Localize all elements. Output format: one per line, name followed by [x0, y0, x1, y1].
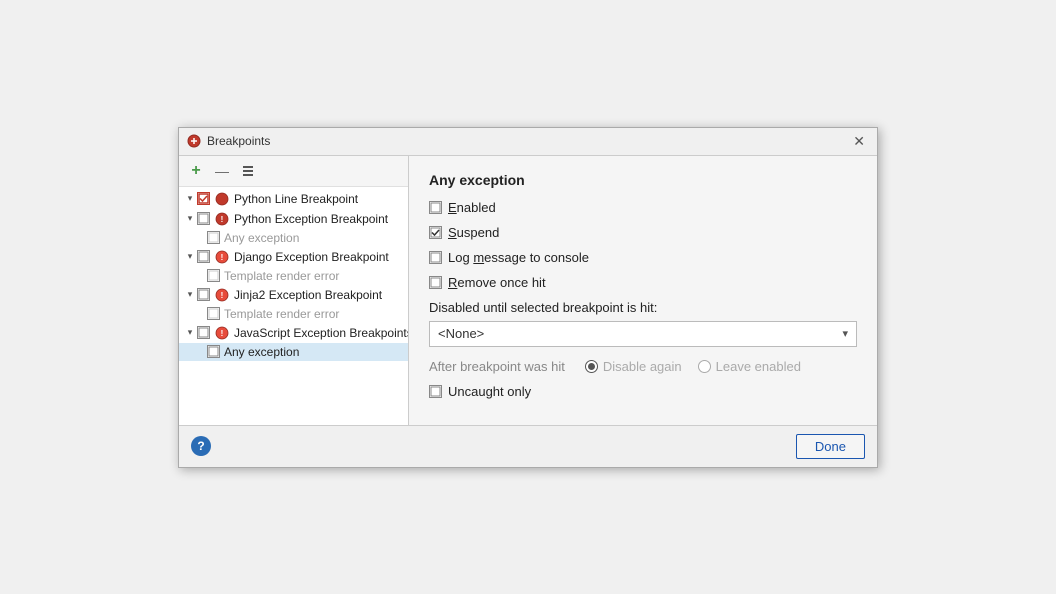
tree-checkbox-python-line[interactable]: [197, 192, 210, 205]
svg-text:!: !: [221, 291, 224, 300]
tree-label-any-exc-2: Any exception: [224, 345, 299, 359]
enabled-option-row: Enabled: [429, 200, 857, 215]
disabled-until-dropdown[interactable]: <None> ▾: [429, 321, 857, 347]
add-breakpoint-button[interactable]: +: [185, 160, 207, 182]
remove-once-checkbox[interactable]: [429, 276, 442, 289]
radio-disable-again[interactable]: Disable again: [585, 359, 682, 374]
settings-button[interactable]: [237, 160, 259, 182]
suspend-checkbox[interactable]: [429, 226, 442, 239]
dropdown-row: <None> ▾: [429, 321, 857, 347]
radio-disable-again-icon: [585, 360, 598, 373]
svg-text:!: !: [221, 253, 224, 262]
tree-label-any-exc-1: Any exception: [224, 231, 299, 245]
remove-breakpoint-button[interactable]: —: [211, 160, 233, 182]
tree-checkbox-python-exc[interactable]: [197, 212, 210, 225]
tree-checkbox-any-exc-1[interactable]: [207, 231, 220, 244]
tree-checkbox-any-exc-2[interactable]: [207, 345, 220, 358]
tree-label-python-line: Python Line Breakpoint: [234, 192, 358, 206]
breakpoints-dialog: Breakpoints ✕ + — ▾: [178, 127, 878, 468]
radio-leave-enabled[interactable]: Leave enabled: [698, 359, 801, 374]
svg-text:!: !: [221, 329, 224, 338]
remove-once-option-row: Remove once hit: [429, 275, 857, 290]
after-breakpoint-row: After breakpoint was hit Disable again L…: [429, 359, 857, 374]
tree-checkbox-jinja-exc[interactable]: [197, 288, 210, 301]
right-panel: Any exception Enabled Suspen: [409, 156, 877, 425]
tree-checkbox-template-err-1[interactable]: [207, 269, 220, 282]
chevron-icon: ▾: [183, 212, 197, 226]
dropdown-value: <None>: [438, 326, 484, 341]
jinja-exc-icon: !: [214, 287, 230, 303]
tree-item-django-exc[interactable]: ▾ ! Django Exception Breakpoint: [179, 247, 408, 267]
tree-checkbox-js-exc[interactable]: [197, 326, 210, 339]
tree-item-any-exc-1[interactable]: Any exception: [179, 229, 408, 247]
tree-item-jinja-exc[interactable]: ▾ ! Jinja2 Exception Breakpoint: [179, 285, 408, 305]
python-exc-icon: !: [214, 211, 230, 227]
tree-label-template-err-2: Template render error: [224, 307, 339, 321]
tree-label-django-exc: Django Exception Breakpoint: [234, 250, 389, 264]
remove-once-label: Remove once hit: [448, 275, 546, 290]
tree-item-template-err-2[interactable]: Template render error: [179, 305, 408, 323]
chevron-icon: ▾: [183, 250, 197, 264]
dialog-footer: ? Done: [179, 425, 877, 467]
window-icon: [187, 134, 201, 148]
tree-toolbar: + —: [179, 156, 408, 187]
radio-disable-again-label: Disable again: [603, 359, 682, 374]
done-button[interactable]: Done: [796, 434, 865, 459]
suspend-option-row: Suspend: [429, 225, 857, 240]
chevron-icon: ▾: [183, 192, 197, 206]
tree-item-python-exc[interactable]: ▾ ! Python Exception Breakpoint: [179, 209, 408, 229]
tree-item-js-exc[interactable]: ▾ ! JavaScript Exception Breakpoints: [179, 323, 408, 343]
enabled-checkbox[interactable]: [429, 201, 442, 214]
tree-checkbox-django-exc[interactable]: [197, 250, 210, 263]
tree-item-python-line[interactable]: ▾ Python Line Breakpoint: [179, 189, 408, 209]
uncaught-only-row: Uncaught only: [429, 384, 857, 399]
js-exc-icon: !: [214, 325, 230, 341]
log-message-option-row: Log message to console: [429, 250, 857, 265]
dialog-body: + — ▾: [179, 156, 877, 425]
breakpoints-tree: ▾ Python Line Breakpoint: [179, 187, 408, 425]
after-label: After breakpoint was hit: [429, 359, 565, 374]
title-bar: Breakpoints ✕: [179, 128, 877, 156]
uncaught-only-label: Uncaught only: [448, 384, 531, 399]
dropdown-arrow-icon: ▾: [842, 327, 848, 340]
help-button[interactable]: ?: [191, 436, 211, 456]
tree-item-template-err-1[interactable]: Template render error: [179, 267, 408, 285]
tree-label-python-exc: Python Exception Breakpoint: [234, 212, 388, 226]
disabled-until-label: Disabled until selected breakpoint is hi…: [429, 300, 857, 315]
close-button[interactable]: ✕: [849, 133, 869, 150]
radio-leave-enabled-icon: [698, 360, 711, 373]
chevron-icon: ▾: [183, 326, 197, 340]
python-line-icon: [214, 191, 230, 207]
window-title: Breakpoints: [207, 134, 270, 148]
uncaught-only-checkbox[interactable]: [429, 385, 442, 398]
django-exc-icon: !: [214, 249, 230, 265]
enabled-label: Enabled: [448, 200, 496, 215]
suspend-label: Suspend: [448, 225, 499, 240]
log-message-checkbox[interactable]: [429, 251, 442, 264]
tree-label-jinja-exc: Jinja2 Exception Breakpoint: [234, 288, 382, 302]
chevron-icon: ▾: [183, 288, 197, 302]
svg-text:!: !: [221, 215, 224, 224]
tree-checkbox-template-err-2[interactable]: [207, 307, 220, 320]
left-panel: + — ▾: [179, 156, 409, 425]
detail-title: Any exception: [429, 172, 857, 188]
tree-label-template-err-1: Template render error: [224, 269, 339, 283]
radio-leave-enabled-label: Leave enabled: [716, 359, 801, 374]
log-message-label: Log message to console: [448, 250, 589, 265]
title-bar-left: Breakpoints: [187, 134, 270, 148]
tree-label-js-exc: JavaScript Exception Breakpoints: [234, 326, 408, 340]
tree-item-any-exc-2[interactable]: Any exception: [179, 343, 408, 361]
